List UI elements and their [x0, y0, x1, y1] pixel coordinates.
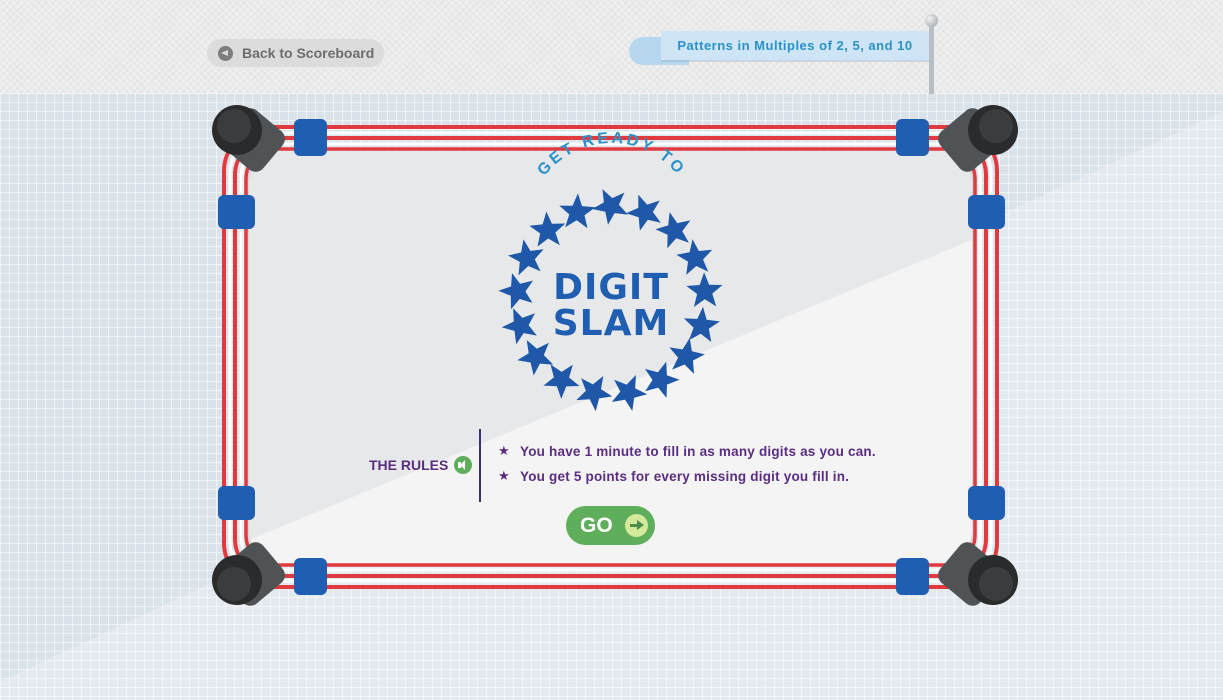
logo-line1: DIGIT	[553, 267, 669, 308]
rule-text: You have 1 minute to fill in as many dig…	[520, 444, 876, 459]
star-bullet-icon: ★	[498, 444, 510, 459]
rule-item: ★ You get 5 points for every missing dig…	[498, 469, 849, 484]
wrestling-ring: GET READY TO DIGIT SLAM	[212, 105, 1018, 606]
rules-title: THE RULES	[369, 457, 449, 473]
star-bullet-icon: ★	[498, 469, 510, 484]
logo-line2: SLAM	[553, 303, 670, 344]
arrow-right-icon	[624, 514, 648, 537]
go-button[interactable]: GO	[566, 506, 655, 545]
rule-item: ★ You have 1 minute to fill in as many d…	[498, 444, 876, 459]
rules-divider	[479, 429, 481, 502]
go-button-label: GO	[580, 513, 613, 537]
rules-heading: THE RULES	[369, 456, 473, 474]
speaker-icon[interactable]	[454, 456, 473, 474]
rule-text: You get 5 points for every missing digit…	[520, 469, 850, 484]
